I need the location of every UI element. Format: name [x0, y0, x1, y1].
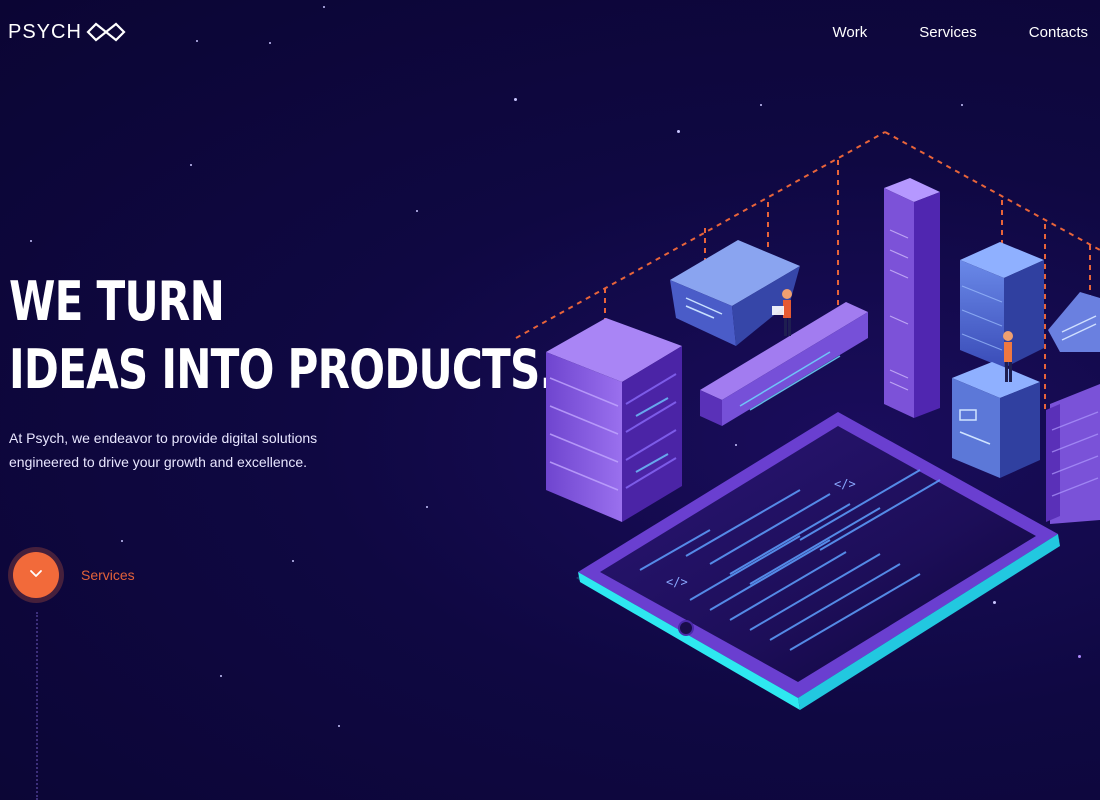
code-tag-bottom: </> — [666, 575, 688, 589]
server-box-right — [960, 242, 1044, 368]
scroll-guide-line — [36, 612, 38, 800]
page: PSYCH Work Services Contacts WE TURN IDE… — [0, 0, 1100, 800]
scroll-button-circle[interactable] — [13, 552, 59, 598]
server-tablet-graphic: </> </> — [515, 131, 1100, 710]
hero-description: At Psych, we endeavor to provide digital… — [9, 426, 389, 474]
server-rack-edge — [1046, 292, 1100, 524]
nav-work[interactable]: Work — [833, 24, 868, 41]
hero-section: WE TURN IDEAS INTO PRODUCTS. At Psych, w… — [9, 268, 556, 474]
chevron-down-icon — [29, 566, 43, 584]
nav-services[interactable]: Services — [919, 24, 977, 41]
infinity-diamond-icon — [86, 22, 126, 42]
nav-contacts[interactable]: Contacts — [1029, 24, 1088, 41]
server-rack-left — [546, 318, 682, 522]
description-line-1: At Psych, we endeavor to provide digital… — [9, 430, 318, 446]
main-nav: Work Services Contacts — [833, 24, 1088, 41]
services-scroll-button[interactable]: Services — [13, 552, 135, 598]
site-header: PSYCH Work Services Contacts — [0, 0, 1100, 64]
server-tower-center — [884, 178, 940, 418]
floating-panel — [670, 240, 800, 346]
services-cta-label[interactable]: Services — [81, 567, 135, 583]
data-box-lower — [952, 362, 1040, 478]
hero-headline: WE TURN IDEAS INTO PRODUCTS. — [9, 268, 556, 404]
description-line-2: engineered to drive your growth and exce… — [9, 454, 308, 470]
code-tag-top: </> — [834, 477, 856, 491]
headline-line-2: IDEAS INTO PRODUCTS. — [9, 338, 556, 401]
logo-text: PSYCH — [8, 20, 82, 43]
headline-line-1: WE TURN — [9, 270, 225, 333]
isometric-illustration: </> </> — [500, 120, 1100, 740]
logo[interactable]: PSYCH — [8, 21, 126, 44]
